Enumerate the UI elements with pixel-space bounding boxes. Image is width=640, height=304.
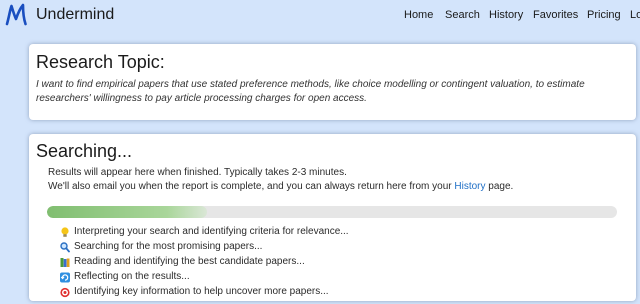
email-notice-prefix: We'll also email you when the report is … — [48, 181, 452, 192]
research-topic-card: Research Topic: I want to find empirical… — [29, 44, 636, 120]
refresh-icon — [60, 272, 70, 283]
search-progress-bar — [47, 206, 617, 218]
lightbulb-icon — [61, 227, 69, 237]
search-step-label: Reading and identifying the best candida… — [74, 256, 305, 267]
nav-home[interactable]: Home — [404, 9, 433, 21]
search-step: Searching for the most promising papers.… — [60, 241, 380, 255]
search-step: Reading and identifying the best candida… — [60, 256, 380, 270]
research-topic-title: Research Topic: — [36, 52, 165, 72]
history-link[interactable]: History — [454, 181, 485, 192]
email-notice-suffix: page. — [488, 181, 514, 192]
magnifier-icon — [60, 242, 70, 253]
nav-search[interactable]: Search — [445, 9, 480, 21]
target-icon — [60, 287, 70, 298]
nav-history[interactable]: History — [489, 9, 523, 21]
nav-favorites[interactable]: Favorites — [533, 9, 578, 21]
books-icon — [60, 258, 70, 267]
nav-pricing[interactable]: Pricing — [587, 9, 621, 21]
search-step-label: Searching for the most promising papers.… — [74, 241, 263, 252]
search-progress-fill — [47, 206, 207, 218]
search-step-label: Reflecting on the results... — [74, 271, 190, 282]
searching-status-card: Searching... Results will appear here wh… — [29, 134, 636, 301]
top-navigation-bar: Undermind Home Search History Favorites … — [0, 0, 640, 30]
search-step-label: Interpreting your search and identifying… — [74, 226, 349, 237]
results-timing-note: Results will appear here when finished. … — [48, 167, 347, 178]
nav-login[interactable]: Lo — [630, 9, 640, 21]
app-brand-name[interactable]: Undermind — [36, 6, 114, 24]
search-step: Reflecting on the results... — [60, 271, 380, 285]
undermind-logo-icon[interactable] — [4, 3, 30, 27]
research-topic-text: I want to find empirical papers that use… — [36, 79, 585, 104]
search-step: Interpreting your search and identifying… — [60, 226, 380, 240]
searching-title: Searching... — [36, 141, 133, 161]
email-notice: We'll also email you when the report is … — [48, 181, 513, 192]
search-step: Identifying key information to help unco… — [60, 286, 380, 300]
search-step-label: Identifying key information to help unco… — [74, 286, 329, 297]
